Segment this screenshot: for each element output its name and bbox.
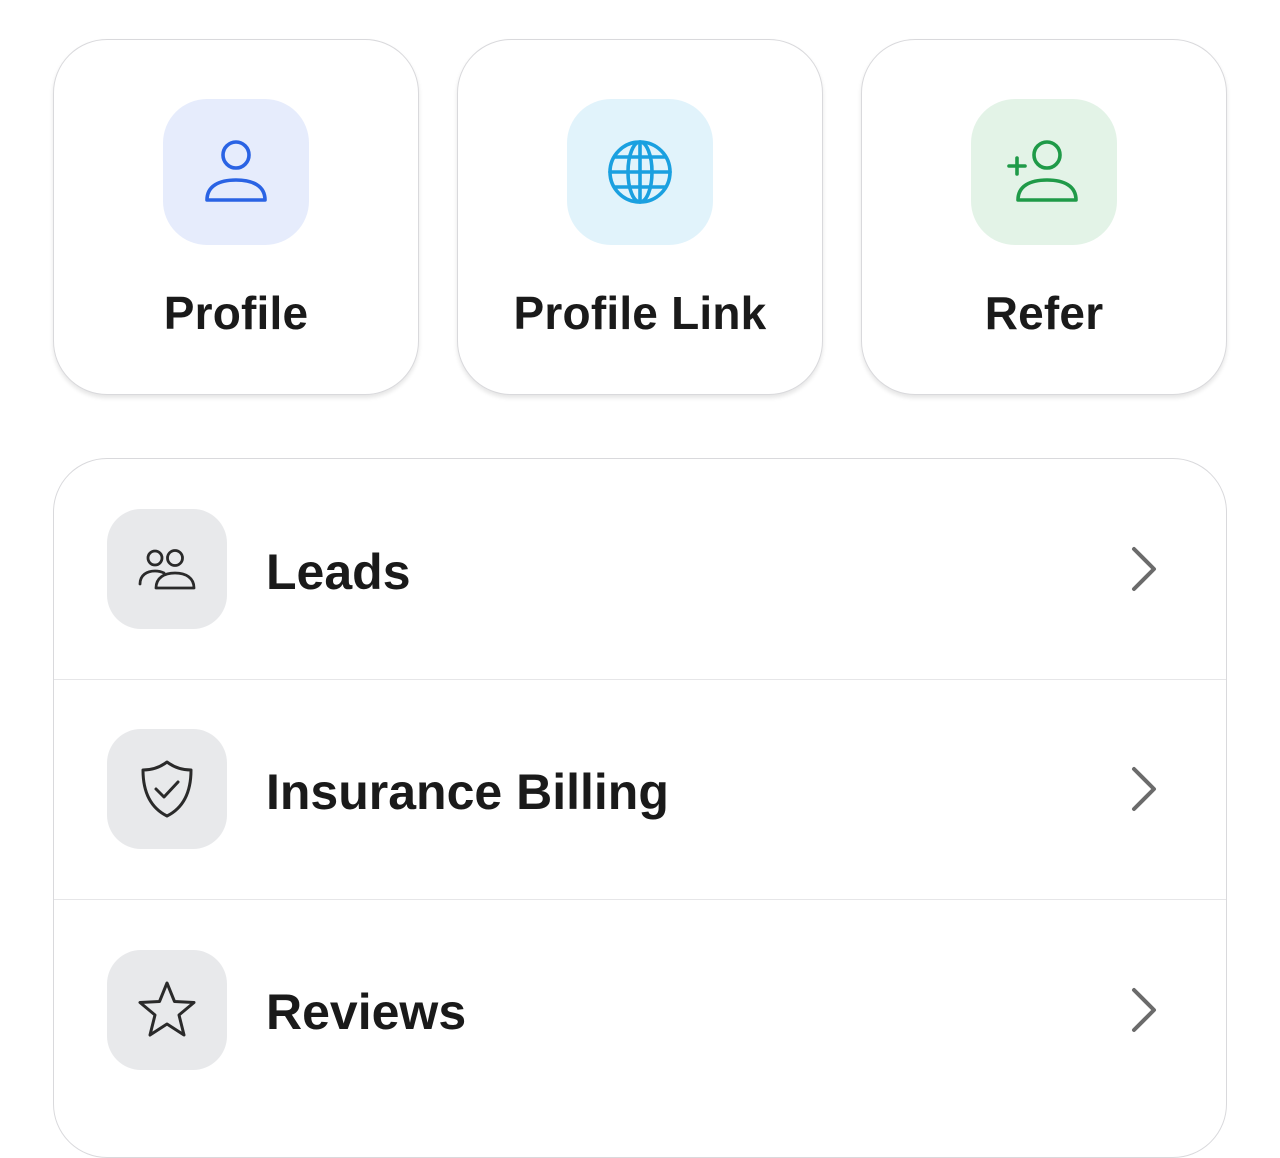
profile-link-icon-box — [567, 99, 713, 245]
chevron-right-icon — [1132, 988, 1156, 1032]
shield-check-icon — [141, 760, 193, 818]
profile-link-label: Profile Link — [513, 287, 767, 339]
star-icon — [138, 981, 196, 1037]
reviews-icon-box — [107, 950, 227, 1070]
profile-icon-box — [163, 99, 309, 245]
chevron-right-icon — [1132, 547, 1156, 591]
menu-card: Leads Insurance Billing Reviews — [53, 458, 1227, 1158]
users-icon — [138, 549, 196, 590]
menu-item-leads[interactable]: Leads — [54, 459, 1226, 680]
insurance-billing-label: Insurance Billing — [266, 764, 669, 820]
menu-item-insurance-billing[interactable]: Insurance Billing — [54, 679, 1226, 900]
quick-actions: Profile Profile Link Refer — [53, 39, 1227, 397]
chevron-right-icon — [1132, 767, 1156, 811]
insurance-billing-icon-box — [107, 729, 227, 849]
refer-tile[interactable]: Refer — [861, 39, 1227, 395]
refer-label: Refer — [984, 287, 1104, 339]
menu-item-reviews[interactable]: Reviews — [54, 900, 1226, 1120]
globe-icon — [608, 140, 672, 204]
profile-link-tile[interactable]: Profile Link — [457, 39, 823, 395]
add-user-icon — [1007, 140, 1078, 202]
leads-icon-box — [107, 509, 227, 629]
user-icon — [205, 140, 267, 202]
reviews-label: Reviews — [266, 984, 467, 1040]
profile-tile[interactable]: Profile — [53, 39, 419, 395]
profile-label: Profile — [163, 287, 309, 339]
refer-icon-box — [971, 99, 1117, 245]
leads-label: Leads — [266, 544, 411, 600]
